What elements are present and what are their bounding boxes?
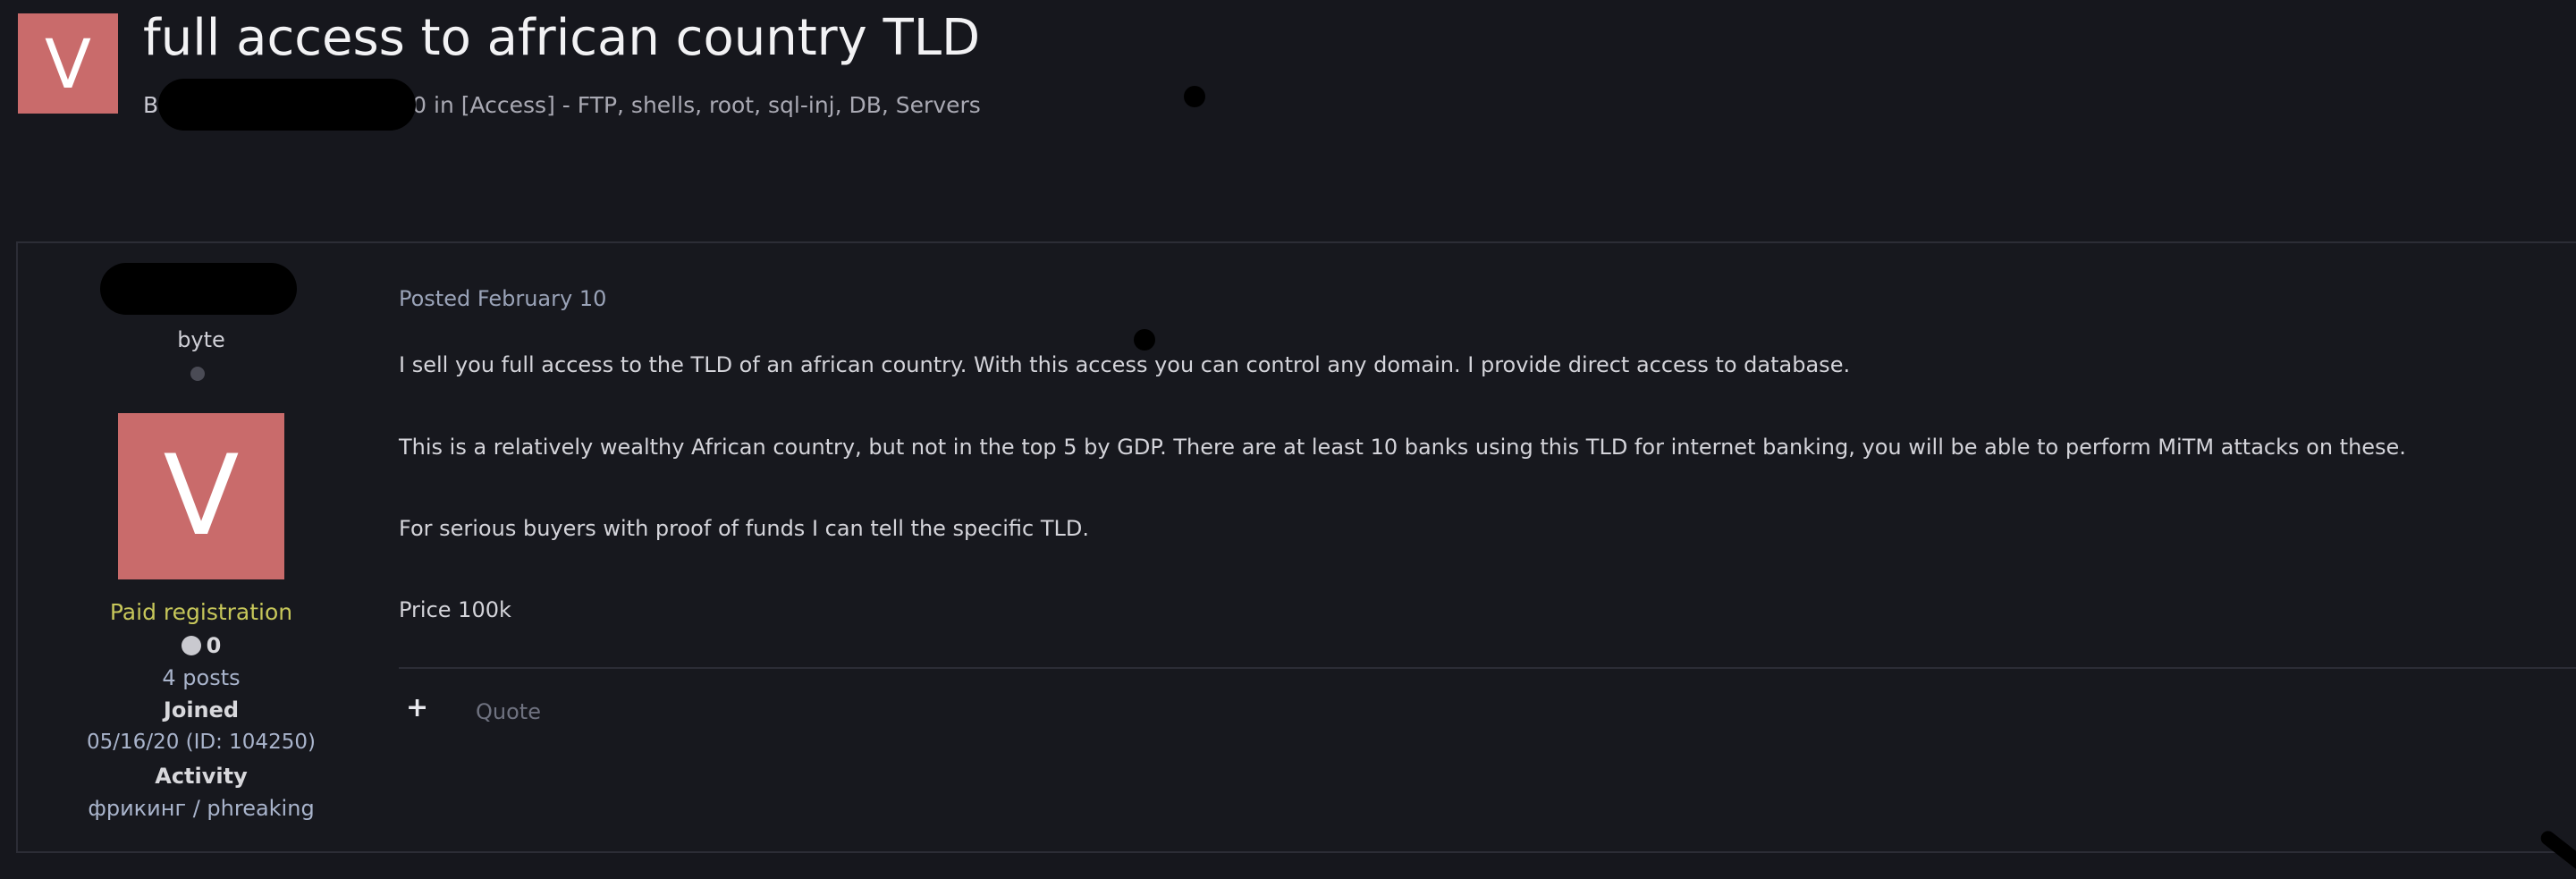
reputation-dot-icon bbox=[181, 636, 201, 655]
author-rank: byte bbox=[177, 327, 225, 352]
forum-topic-page: V full access to african country TLD B 0 … bbox=[0, 0, 2576, 879]
byline-forum-text[interactable]: 0 in [Access] - FTP, shells, root, sql-i… bbox=[412, 92, 981, 118]
post-container: byte V Paid registration 0 4 posts Joine… bbox=[16, 241, 2576, 878]
post-paragraph: I sell you full access to the TLD of an … bbox=[399, 352, 1851, 377]
username-redaction bbox=[100, 263, 297, 315]
redaction-dot bbox=[1184, 86, 1205, 107]
redaction-dot bbox=[1134, 329, 1155, 351]
joined-value: 05/16/20 (ID: 104250) bbox=[87, 731, 316, 754]
author-group: Paid registration bbox=[109, 599, 293, 625]
topic-avatar-letter: V bbox=[45, 23, 91, 104]
reputation-value: 0 bbox=[206, 633, 222, 658]
post-divider bbox=[399, 667, 2576, 669]
topic-byline: B 0 in [Access] - FTP, shells, root, sql-… bbox=[143, 79, 981, 132]
byline-author-start[interactable]: B bbox=[143, 92, 158, 118]
topic-author-avatar[interactable]: V bbox=[18, 13, 118, 114]
post-content: Posted February 10 I sell you full acces… bbox=[384, 243, 2576, 851]
joined-label: Joined bbox=[163, 697, 240, 723]
post-date[interactable]: Posted February 10 bbox=[399, 286, 606, 311]
post-paragraph: This is a relatively wealthy African cou… bbox=[399, 435, 2406, 460]
post-price: Price 100k bbox=[399, 597, 511, 622]
quote-button[interactable]: Quote bbox=[476, 699, 541, 724]
author-avatar[interactable]: V bbox=[118, 413, 284, 579]
author-name-redaction bbox=[158, 79, 417, 131]
online-status-icon bbox=[190, 367, 205, 381]
plus-icon[interactable]: + bbox=[406, 692, 428, 723]
author-avatar-letter: V bbox=[163, 432, 240, 561]
activity-label: Activity bbox=[155, 764, 248, 789]
author-panel: byte V Paid registration 0 4 posts Joine… bbox=[18, 243, 384, 851]
activity-value: фрикинг / phreaking bbox=[88, 796, 315, 821]
topic-title: full access to african country TLD bbox=[143, 9, 981, 67]
author-post-count[interactable]: 4 posts bbox=[18, 665, 384, 690]
post-paragraph: For serious buyers with proof of funds I… bbox=[399, 516, 1089, 541]
author-reputation: 0 bbox=[18, 633, 384, 658]
